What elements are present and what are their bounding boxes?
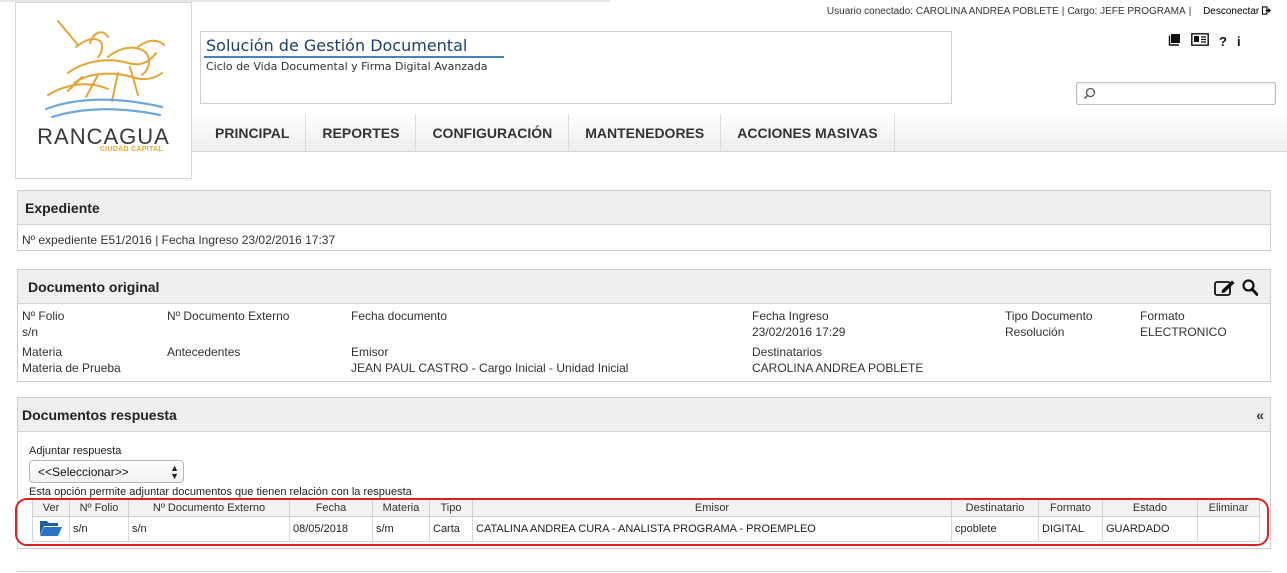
col-emisor: Emisor (472, 499, 952, 517)
emisor-field: Emisor JEAN PAUL CASTRO - Cargo Inicial -… (351, 345, 629, 375)
expediente-date: 23/02/2016 17:37 (241, 233, 336, 247)
expediente-info: Nº expediente E51/2016 | Fecha Ingreso 2… (22, 233, 336, 247)
col-materia: Materia (372, 499, 430, 517)
doc-externo-field: Nº Documento Externo (167, 309, 290, 323)
top-toolbar: ? i (1168, 33, 1241, 49)
expediente-panel: Expediente Nº expediente E51/2016 | Fech… (17, 190, 1271, 251)
formato-field: Formato ELECTRONICO (1140, 309, 1227, 339)
tipo-documento-field: Tipo Documento Resolución (1005, 309, 1093, 339)
adjuntar-select[interactable]: <<Seleccionar>> ▲ ▼ (29, 460, 184, 483)
col-doc-externo: Nº Documento Externo (128, 499, 290, 517)
col-fecha: Fecha (289, 499, 373, 517)
col-estado: Estado (1102, 499, 1198, 517)
nav-mantenedores[interactable]: MANTENEDORES (569, 114, 722, 152)
documentos-respuesta-header: Documentos respuesta « (18, 398, 1270, 432)
folio-field: Nº Folio s/n (22, 309, 65, 339)
bottom-divider (17, 571, 1271, 572)
eliminar-cell[interactable] (1197, 516, 1260, 542)
destinatario-cell: cpoblete (951, 516, 1039, 542)
respuestas-table: Ver Nº Folio Nº Documento Externo Fecha … (32, 499, 1260, 542)
table-header-row: Ver Nº Folio Nº Documento Externo Fecha … (32, 499, 1260, 517)
search-input[interactable] (1076, 82, 1276, 105)
collapse-button[interactable]: « (1256, 407, 1264, 423)
col-ver: Ver (32, 499, 70, 517)
col-eliminar: Eliminar (1197, 499, 1260, 517)
user-name: CAROLINA ANDREA POBLETE (915, 6, 1059, 17)
open-folder-icon[interactable] (39, 519, 63, 537)
nav-acciones-masivas[interactable]: ACCIONES MASIVAS (721, 114, 895, 152)
destinatarios-field: Destinatarios CAROLINA ANDREA POBLETE (752, 345, 924, 375)
table-row: s/n s/n 08/05/2018 s/m Carta CATALINA AN… (32, 516, 1260, 542)
formato-cell: DIGITAL (1038, 516, 1103, 542)
help-icon[interactable]: ? (1219, 34, 1227, 49)
session-bar: Usuario conectado: CAROLINA ANDREA POBLE… (827, 6, 1271, 17)
fecha-documento-field: Fecha documento (351, 309, 448, 323)
expediente-number: E51/2016 (100, 233, 152, 247)
col-destinatario: Destinatario (951, 499, 1039, 517)
book-icon[interactable] (1168, 33, 1181, 49)
municipality-logo[interactable]: RANCAGUA CIUDAD CAPITAL (15, 2, 192, 179)
logo-subtitle: CIUDAD CAPITAL (99, 146, 163, 153)
role-label: Cargo: (1067, 6, 1098, 17)
materia-field: Materia Materia de Prueba (22, 345, 121, 375)
user-role: JEFE PROGRAMA (1100, 6, 1186, 17)
nav-configuracion[interactable]: CONFIGURACIÓN (416, 114, 570, 152)
fecha-cell: 08/05/2018 (289, 516, 373, 542)
estado-cell: GUARDADO (1102, 516, 1198, 542)
documento-original-header: Documento original (18, 270, 1270, 304)
fecha-ingreso-field: Fecha Ingreso 23/02/2016 17:29 (752, 309, 846, 339)
expediente-header: Expediente (18, 191, 1270, 225)
ver-cell (32, 516, 70, 542)
adjuntar-label: Adjuntar respuesta (29, 445, 122, 457)
main-nav: PRINCIPAL REPORTES CONFIGURACIÓN MANTENE… (192, 114, 1287, 152)
folio-cell: s/n (69, 516, 129, 542)
magnifier-icon[interactable] (1242, 279, 1258, 296)
col-formato: Formato (1038, 499, 1103, 517)
id-card-icon[interactable] (1191, 33, 1209, 49)
logout-icon (1261, 6, 1271, 15)
search-icon (1083, 87, 1096, 100)
col-folio: Nº Folio (69, 499, 129, 517)
info-icon[interactable]: i (1237, 34, 1241, 49)
title-underline (204, 56, 504, 58)
doc-externo-cell: s/n (128, 516, 290, 542)
nav-reportes[interactable]: REPORTES (306, 114, 417, 152)
emisor-cell: CATALINA ANDREA CURA - ANALISTA PROGRAMA… (472, 516, 952, 542)
adjuntar-hint: Esta opción permite adjuntar documentos … (29, 486, 412, 498)
app-subtitle: Ciclo de Vida Documental y Firma Digital… (206, 60, 488, 73)
documento-original-panel: Documento original Nº Folio s/n Nº Docume… (17, 269, 1271, 382)
col-tipo: Tipo (429, 499, 473, 517)
edit-icon[interactable] (1214, 279, 1236, 297)
logout-link[interactable]: Desconectar (1203, 6, 1271, 17)
documentos-respuesta-panel: Documentos respuesta « Adjuntar respuest… (17, 397, 1271, 549)
app-title: Solución de Gestión Documental (206, 36, 468, 55)
antecedentes-field: Antecedentes (167, 345, 241, 359)
horse-rider-emblem-icon (44, 20, 165, 119)
app-title-box: Solución de Gestión Documental Ciclo de … (200, 31, 952, 104)
materia-cell: s/m (372, 516, 430, 542)
user-label: Usuario conectado: (826, 6, 914, 17)
nav-principal[interactable]: PRINCIPAL (192, 114, 307, 152)
select-arrows-icon: ▲ ▼ (170, 463, 179, 481)
tipo-cell: Carta (429, 516, 473, 542)
